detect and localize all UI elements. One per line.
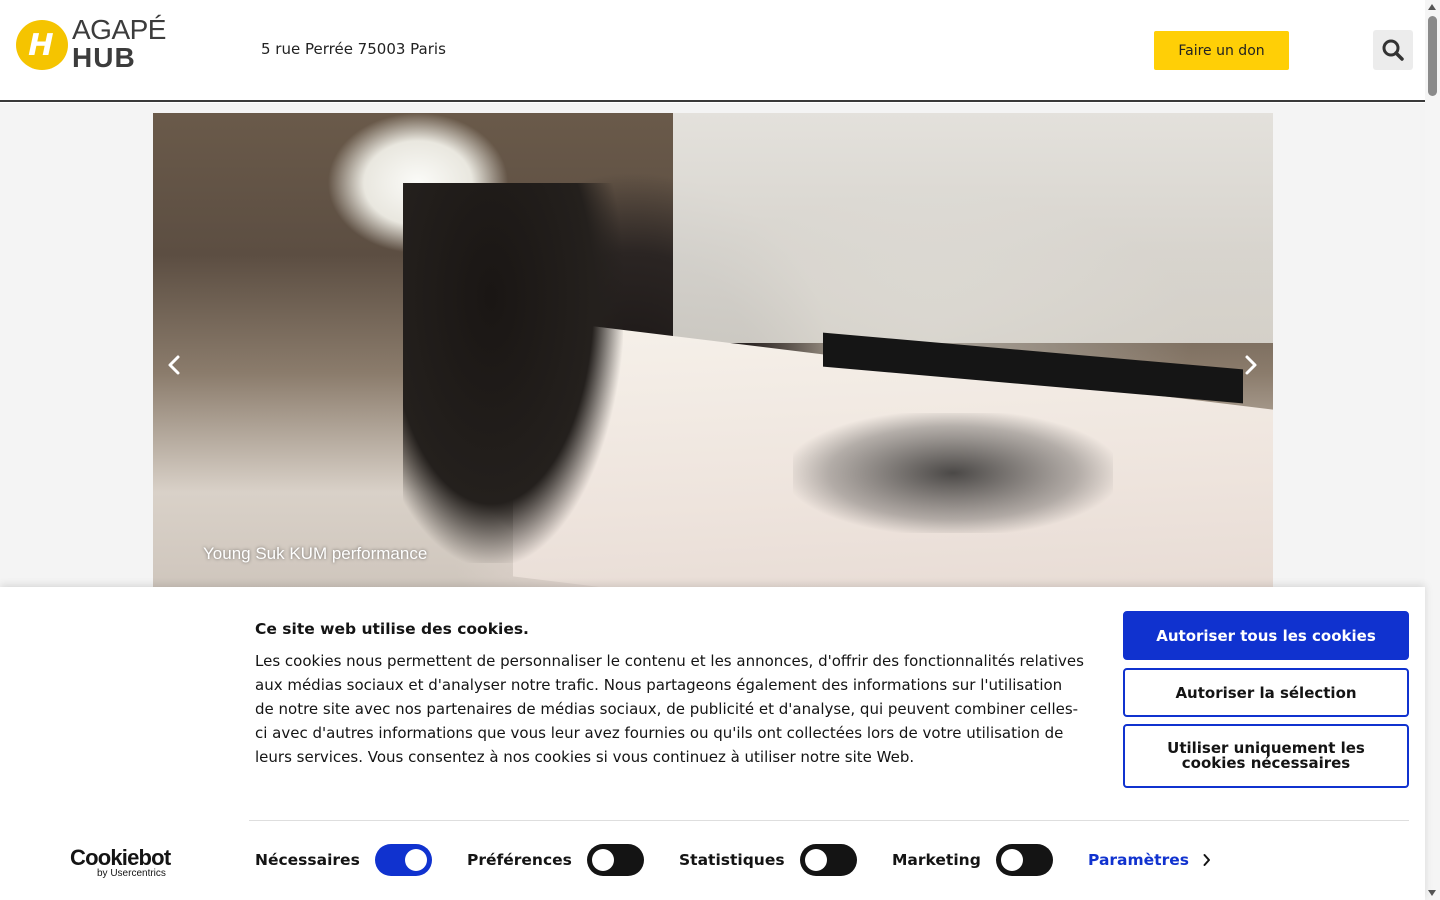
cookiebot-logo[interactable]: Cookiebot by Usercentrics xyxy=(70,845,171,879)
necessary-only-button[interactable]: Utiliser uniquement les cookies nécessai… xyxy=(1123,724,1409,788)
logo-mark-icon: H xyxy=(16,20,68,70)
toggle-statistics[interactable] xyxy=(799,844,857,876)
toggle-label-preferences: Préférences xyxy=(467,851,572,869)
search-icon xyxy=(1382,39,1404,61)
chevron-right-icon xyxy=(1203,854,1210,866)
toggle-necessary[interactable] xyxy=(374,844,432,876)
settings-link[interactable]: Paramètres xyxy=(1088,851,1211,869)
toggle-knob xyxy=(591,849,614,871)
slide-image-ink xyxy=(793,413,1113,533)
chevron-left-icon xyxy=(168,355,180,375)
cookiebot-sub: by Usercentrics xyxy=(97,868,166,879)
cookie-banner-text: Les cookies nous permettent de personnal… xyxy=(255,652,1084,766)
address-text: 5 rue Perrée 75003 Paris xyxy=(261,40,446,58)
page-scrollbar[interactable] xyxy=(1425,0,1440,900)
toggle-group-necessary: Nécessaires xyxy=(255,844,432,876)
toggle-label-marketing: Marketing xyxy=(892,851,981,869)
toggle-group-preferences: Préférences xyxy=(467,844,644,876)
allow-all-cookies-button[interactable]: Autoriser tous les cookies xyxy=(1123,611,1409,660)
toggle-label-statistics: Statistiques xyxy=(679,851,785,869)
toggle-label-necessary: Nécessaires xyxy=(255,851,360,869)
donate-button[interactable]: Faire un don xyxy=(1154,31,1289,70)
slide-image-artist xyxy=(403,183,623,563)
toggle-knob xyxy=(404,849,427,871)
chevron-right-icon xyxy=(1245,355,1257,375)
slide-image-wall xyxy=(673,113,1273,343)
search-button[interactable] xyxy=(1373,30,1413,70)
allow-selection-button[interactable]: Autoriser la sélection xyxy=(1123,668,1409,717)
toggle-marketing[interactable] xyxy=(995,844,1053,876)
image-slider[interactable]: Young Suk KUM performance xyxy=(153,113,1273,587)
cookie-consent-banner: Ce site web utilise des cookies. Les coo… xyxy=(0,587,1425,900)
toggle-preferences[interactable] xyxy=(586,844,644,876)
toggle-knob xyxy=(804,849,827,871)
cookie-banner-divider xyxy=(249,820,1409,821)
logo-text-bottom: HUB xyxy=(72,42,136,73)
toggle-group-marketing: Marketing xyxy=(892,844,1053,876)
scroll-down-icon[interactable] xyxy=(1428,890,1436,896)
slide-caption: Young Suk KUM performance xyxy=(203,544,428,563)
settings-link-label: Paramètres xyxy=(1088,851,1189,869)
cookie-banner-title: Ce site web utilise des cookies. xyxy=(255,620,529,638)
scroll-up-icon[interactable] xyxy=(1428,4,1436,10)
toggle-knob xyxy=(1000,849,1023,871)
slider-prev-button[interactable] xyxy=(163,353,187,377)
agape-hub-logo[interactable]: H AGAPÉ HUB xyxy=(16,12,166,74)
toggle-group-statistics: Statistiques xyxy=(679,844,857,876)
slider-next-button[interactable] xyxy=(1238,353,1262,377)
site-header: H AGAPÉ HUB 5 rue Perrée 75003 Paris Fai… xyxy=(0,0,1425,102)
scroll-thumb[interactable] xyxy=(1428,16,1437,96)
